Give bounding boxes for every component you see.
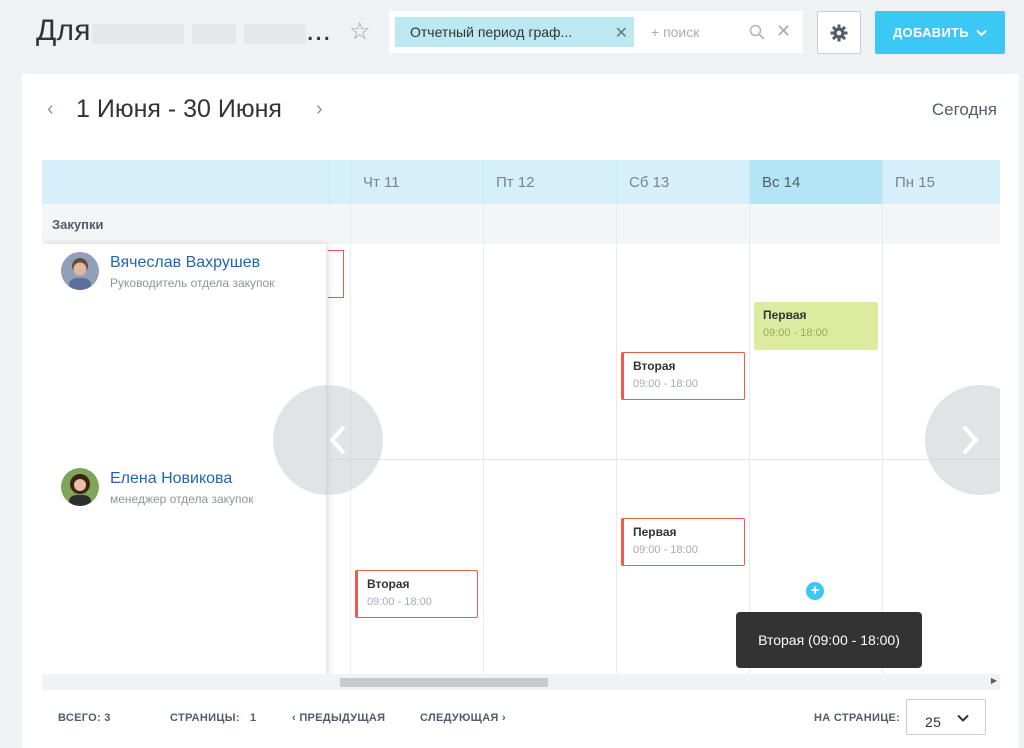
shift-block[interactable]: Первая 09:00 - 18:00 bbox=[754, 302, 878, 350]
shift-title: Первая bbox=[763, 308, 807, 322]
search-input[interactable]: + поиск bbox=[651, 24, 699, 40]
shift-time: 09:00 - 18:00 bbox=[367, 596, 432, 608]
shift-time: 09:00 - 18:00 bbox=[633, 378, 698, 390]
next-page-label: СЛЕДУЮЩАЯ bbox=[420, 712, 499, 724]
day-header-active[interactable]: Вс 14 bbox=[749, 160, 882, 204]
avatar bbox=[61, 468, 99, 506]
blurred-title-text bbox=[92, 24, 322, 46]
day-header[interactable]: Пн 15 bbox=[882, 160, 1000, 204]
per-page-value: 25 bbox=[925, 714, 942, 730]
gear-icon bbox=[830, 24, 848, 41]
person-row[interactable]: Вячеслав Вахрушев Руководитель отдела за… bbox=[42, 244, 326, 290]
chevron-right-icon bbox=[962, 425, 979, 455]
column-divider bbox=[483, 204, 484, 690]
group-label: Закупки bbox=[42, 204, 328, 244]
people-column-header bbox=[42, 160, 328, 204]
horizontal-scrollbar[interactable]: ▶ bbox=[42, 674, 1000, 690]
scroll-left-button[interactable] bbox=[273, 385, 383, 495]
prev-page-button[interactable]: ‹ ПРЕДЫДУЩАЯ bbox=[292, 712, 385, 724]
per-page-label: НА СТРАНИЦЕ: bbox=[814, 712, 901, 724]
day-header[interactable]: Сб 13 bbox=[616, 160, 749, 204]
shift-tooltip: Вторая (09:00 - 18:00) bbox=[736, 612, 922, 668]
scrollbar-thumb[interactable] bbox=[340, 678, 548, 687]
shift-title: Вторая bbox=[367, 577, 410, 591]
chevron-down-icon bbox=[957, 714, 969, 722]
star-icon[interactable]: ☆ bbox=[349, 20, 373, 44]
prev-page-label: ПРЕДЫДУЩАЯ bbox=[299, 712, 386, 724]
page-number[interactable]: 1 bbox=[250, 712, 256, 724]
group-band bbox=[328, 204, 1000, 244]
search-icon[interactable] bbox=[748, 23, 766, 41]
person-role: менеджер отдела закупок bbox=[110, 492, 254, 506]
add-button-label: ДОБАВИТЬ bbox=[892, 25, 970, 40]
row-divider bbox=[328, 459, 1000, 460]
chevron-down-icon bbox=[976, 29, 987, 36]
chevron-left-icon bbox=[329, 425, 346, 455]
next-page-button[interactable]: СЛЕДУЮЩАЯ › bbox=[420, 712, 506, 724]
add-shift-icon[interactable]: + bbox=[806, 582, 824, 600]
shift-block[interactable]: Вторая 09:00 - 18:00 bbox=[621, 352, 745, 400]
total-count: ВСЕГО: 3 bbox=[58, 712, 111, 724]
chevron-left-icon[interactable]: ‹ bbox=[47, 98, 54, 121]
close-icon[interactable]: ✕ bbox=[615, 23, 628, 43]
days-area: Чт 11 Пт 12 Сб 13 Вс 14 Пн 15 Первая 09:… bbox=[328, 160, 1000, 690]
pagination-footer: ВСЕГО: 3 СТРАНИЦЫ: 1 ‹ ПРЕДЫДУЩАЯ СЛЕДУЮ… bbox=[42, 698, 1000, 738]
day-header[interactable]: Чт 11 bbox=[350, 160, 483, 204]
filter-search-box[interactable]: Отчетный период граф... ✕ + поиск ✕ bbox=[389, 11, 803, 53]
settings-button[interactable] bbox=[817, 11, 861, 54]
per-page-select[interactable]: 25 bbox=[906, 699, 986, 735]
page-title: Для bbox=[36, 14, 91, 47]
day-header[interactable]: Пт 12 bbox=[483, 160, 616, 204]
today-button[interactable]: Сегодня bbox=[932, 100, 997, 120]
filter-chip[interactable]: Отчетный период граф... ✕ bbox=[395, 17, 634, 47]
period-title: 1 Июня - 30 Июня bbox=[76, 95, 282, 123]
chevron-right-icon[interactable]: › bbox=[316, 98, 323, 121]
title-ellipsis: ... bbox=[306, 14, 332, 47]
clear-icon[interactable]: ✕ bbox=[776, 21, 791, 42]
scroll-arrow-right-icon[interactable]: ▶ bbox=[991, 676, 997, 685]
shift-partial[interactable] bbox=[328, 250, 344, 298]
shift-title: Первая bbox=[633, 525, 677, 539]
person-role: Руководитель отдела закупок bbox=[110, 276, 275, 290]
add-button[interactable]: ДОБАВИТЬ bbox=[875, 11, 1005, 54]
schedule-grid: Закупки Вячеслав Вахрушев Руководитель о… bbox=[42, 160, 1000, 690]
shift-time: 09:00 - 18:00 bbox=[633, 544, 698, 556]
shift-time: 09:00 - 18:00 bbox=[763, 327, 828, 339]
avatar bbox=[61, 252, 99, 290]
shift-title: Вторая bbox=[633, 359, 676, 373]
column-divider bbox=[616, 204, 617, 690]
filter-chip-label: Отчетный период граф... bbox=[410, 24, 573, 40]
day-header-partial bbox=[328, 160, 350, 204]
shift-block[interactable]: Вторая 09:00 - 18:00 bbox=[355, 570, 478, 618]
shift-block[interactable]: Первая 09:00 - 18:00 bbox=[621, 518, 745, 566]
pages-label: СТРАНИЦЫ: bbox=[170, 712, 240, 724]
person-name[interactable]: Вячеслав Вахрушев bbox=[110, 254, 326, 272]
